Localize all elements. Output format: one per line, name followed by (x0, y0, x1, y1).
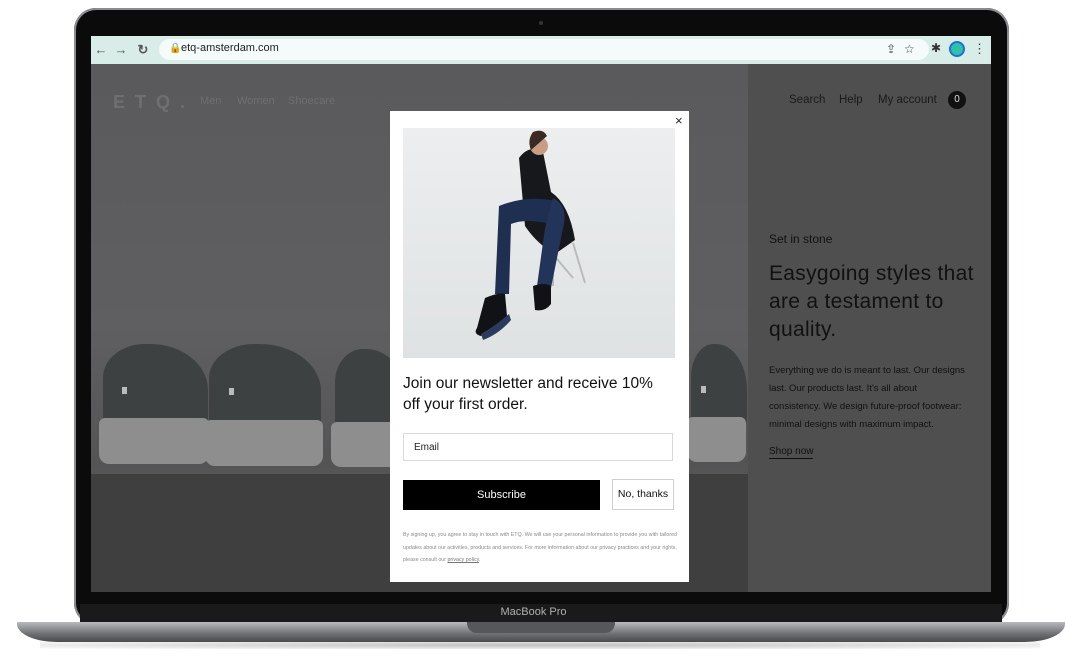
legal-disclaimer: By signing up, you agree to stay in touc… (403, 529, 679, 567)
email-field[interactable]: Email (403, 433, 673, 461)
legal-text: By signing up, you agree to stay in touc… (403, 532, 678, 563)
newsletter-modal: × Join our newsletter and receive 10% of… (390, 111, 689, 582)
device-label: MacBook Pro (500, 606, 567, 618)
browser-window: ← → ↻ 🔒 etq-amsterdam.com ⇪ ☆ ✱ ⋮ ETQ. M… (91, 36, 991, 592)
close-icon[interactable]: × (675, 113, 683, 128)
newsletter-title: Join our newsletter and receive 10% off … (403, 375, 653, 413)
url-text: etq-amsterdam.com (181, 42, 279, 54)
bookmark-star-icon[interactable]: ☆ (904, 42, 915, 56)
legal-text-end: . (478, 557, 481, 563)
reload-icon[interactable]: ↻ (135, 41, 151, 59)
share-icon[interactable]: ⇪ (886, 42, 896, 56)
back-icon[interactable]: ← (93, 41, 109, 59)
forward-icon[interactable]: → (113, 41, 129, 59)
profile-avatar-icon[interactable] (949, 41, 965, 57)
lock-icon: 🔒 (169, 43, 182, 54)
browser-menu-icon[interactable]: ⋮ (973, 41, 986, 57)
privacy-policy-link[interactable]: privacy policy (447, 557, 478, 563)
model-illustration (475, 130, 586, 340)
no-thanks-button[interactable]: No, thanks (612, 479, 674, 510)
web-page: ETQ. Men Women Shoecare Search Help My a… (91, 64, 991, 592)
laptop-notch (467, 622, 615, 633)
browser-toolbar: ← → ↻ 🔒 etq-amsterdam.com ⇪ ☆ ✱ ⋮ (91, 36, 991, 65)
laptop-shadow (40, 641, 1040, 649)
model-photo (403, 128, 675, 358)
camera (539, 21, 543, 25)
address-bar[interactable]: 🔒 etq-amsterdam.com ⇪ ☆ (159, 39, 929, 60)
modal-overlay: × Join our newsletter and receive 10% of… (91, 64, 991, 592)
subscribe-button[interactable]: Subscribe (403, 480, 600, 510)
extensions-puzzle-icon[interactable]: ✱ (931, 41, 941, 55)
